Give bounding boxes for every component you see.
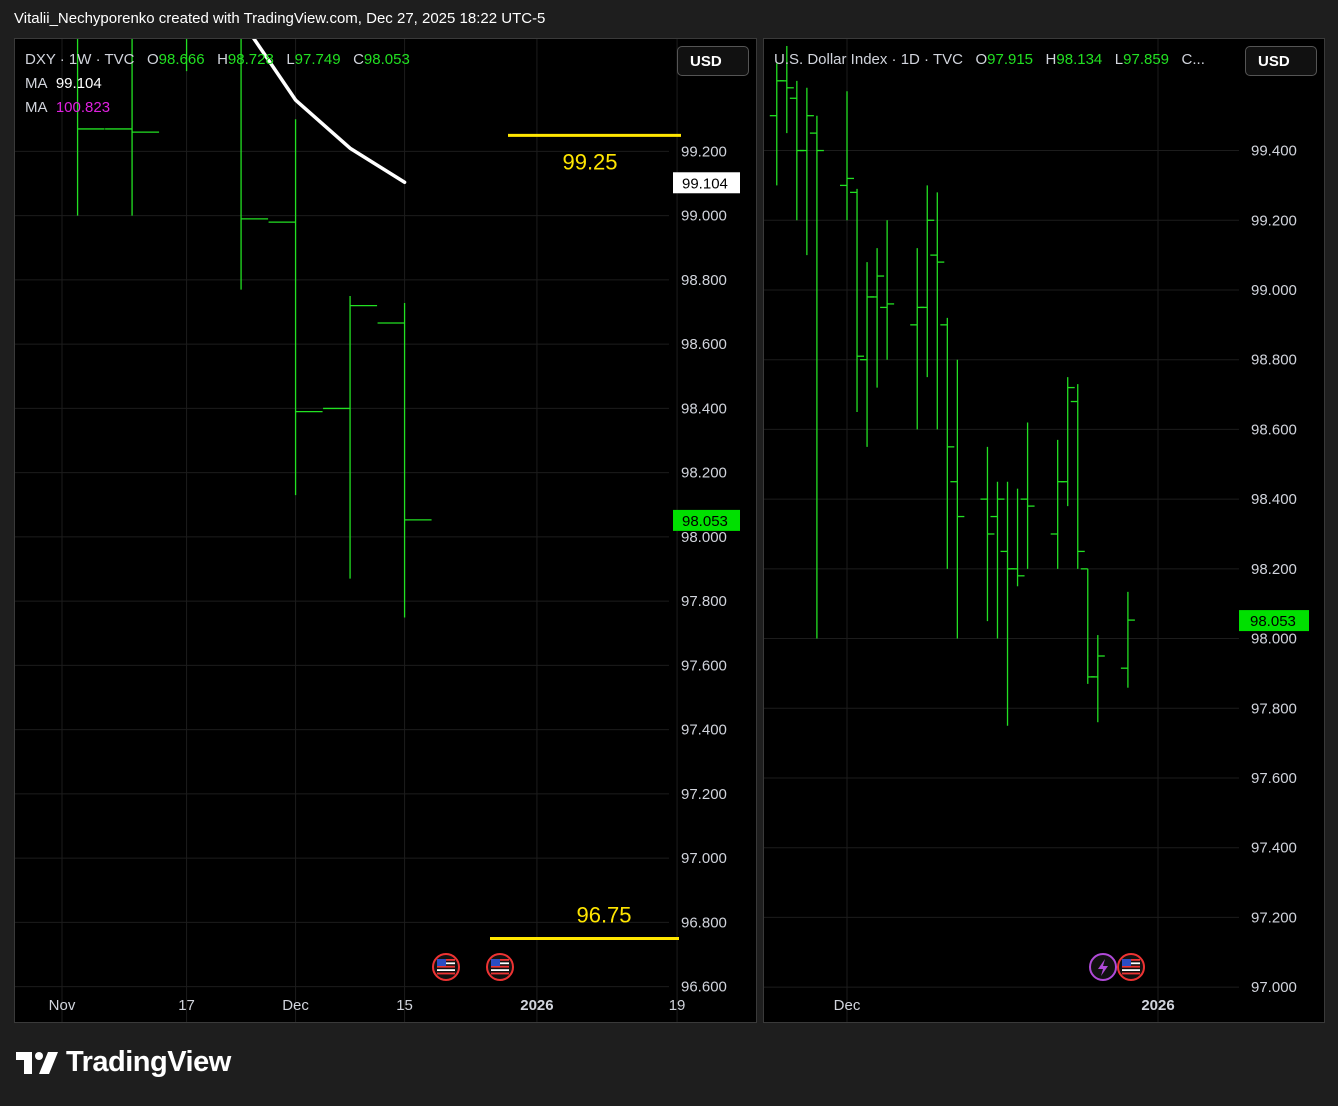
ohlc-bar [1080,568,1095,684]
ohlc-bar [850,188,865,412]
x-tick-label: 19 [669,997,686,1014]
y-tick-label: 98.000 [681,529,727,546]
y-tick-label: 98.600 [1251,421,1297,438]
y-tick-label: 99.200 [681,143,727,160]
last-price-tag-text: 98.053 [682,513,728,530]
y-tick-label: 99.400 [1251,143,1297,160]
y-tick-label: 97.400 [681,722,727,739]
right-chart-canvas[interactable]: 97.000 97.200 97.400 97.600 97.800 98.000 98.2… [764,39,1324,1022]
y-tick-label: 98.800 [1251,352,1297,369]
us-flag-icon [1117,953,1145,981]
lightning-icon [1089,953,1117,981]
y-tick-label: 96.600 [681,979,727,996]
right-currency-button[interactable]: USD [1245,46,1317,76]
us-flag-icon [486,953,514,981]
brand-name: TradingView [66,1046,231,1078]
ohlc-bar [920,185,935,378]
ohlc-bar [769,63,784,186]
y-tick-label: 97.800 [681,593,727,610]
right-symbol[interactable]: U.S. Dollar Index · 1D · TVC [774,51,963,68]
ohlc-bar [268,119,323,496]
y-tick-label: 96.800 [681,914,727,931]
y-tick-label: 97.000 [1251,979,1297,996]
x-tick-label: 2026 [1141,997,1174,1014]
right-chart-pane[interactable]: 97.000 97.200 97.400 97.600 97.800 98.000 98.2… [763,38,1325,1023]
y-tick-label: 97.800 [1251,700,1297,717]
ohlc-bar [240,39,269,290]
ohlc-bar [323,295,378,579]
left-ohlc: O98.666 H98.728 L97.749 C98.053 [146,51,410,68]
y-tick-label: 98.800 [681,272,727,289]
y-tick-label: 98.400 [1251,491,1297,508]
us-flag-icon [432,953,460,981]
chart-caption: Vitalii_Nechyporenko created with Tradin… [14,10,546,27]
left-legend-symbol-row: DXY · 1W · TVC O98.666 H98.728 L97.749 C… [25,51,410,68]
ohlc-bar [1070,384,1085,569]
ohlc-bar [1020,422,1035,569]
ohlc-bar [990,481,1005,639]
ohlc-bar [809,115,824,639]
x-tick-label: 17 [178,997,195,1014]
ohlc-bar [1010,488,1025,587]
left-symbol[interactable]: DXY · 1W · TVC [25,51,134,68]
y-tick-label: 97.200 [681,786,727,803]
left-currency-button[interactable]: USD [677,46,749,76]
ohlc-bar [1090,635,1105,723]
level-label-upper: 99.25 [562,149,617,174]
ohlc-bar [799,87,814,256]
ohlc-bar [1000,481,1015,726]
right-ohlc: O97.915 H98.134 L97.859 C... [975,51,1205,68]
ohlc-bar [870,248,885,388]
left-ma2-legend[interactable]: MA 100.823 [25,99,110,116]
y-tick-label: 99.000 [1251,282,1297,299]
x-tick-label: 2026 [520,997,553,1014]
y-tick-label: 97.400 [1251,840,1297,857]
ohlc-bar [930,192,945,430]
y-tick-label: 97.600 [1251,770,1297,787]
y-tick-label: 98.600 [681,336,727,353]
y-tick-label: 99.200 [1251,212,1297,229]
x-tick-label: Dec [282,997,309,1014]
left-chart-canvas[interactable]: 96.600 96.800 97.000 97.200 97.400 97.600 97.8… [15,39,756,1022]
level-label-lower: 96.75 [576,902,631,927]
left-ma1-legend[interactable]: MA 99.104 [25,75,102,92]
last-price-tag-text: 98.053 [1250,613,1296,630]
x-tick-label: 15 [396,997,413,1014]
ohlc-bar [840,91,854,221]
right-legend-symbol-row: U.S. Dollar Index · 1D · TVC O97.915 H98… [774,51,1205,68]
ohlc-bar [940,317,955,569]
ohlc-bar [980,446,995,622]
y-tick-label: 98.200 [681,465,727,482]
tradingview-brand[interactable]: TradingView [16,1046,231,1079]
tradingview-logo-icon [16,1051,58,1074]
ohlc-bar [1050,439,1065,569]
y-tick-label: 98.000 [1251,631,1297,648]
y-tick-label: 98.200 [1251,561,1297,578]
y-tick-label: 98.400 [681,400,727,417]
ohlc-bar [377,303,432,618]
y-tick-label: 99.000 [681,208,727,225]
ohlc-bar [1060,377,1075,507]
y-tick-label: 97.200 [1251,909,1297,926]
y-tick-label: 97.000 [681,850,727,867]
x-tick-label: Dec [834,997,861,1014]
left-chart-pane[interactable]: 96.600 96.800 97.000 97.200 97.400 97.600 97.8… [14,38,757,1023]
ohlc-bar [910,248,925,430]
ohlc-bar [1120,591,1135,688]
x-tick-label: Nov [49,997,76,1014]
y-tick-label: 97.600 [681,657,727,674]
ma-price-tag-text: 99.104 [682,175,728,192]
